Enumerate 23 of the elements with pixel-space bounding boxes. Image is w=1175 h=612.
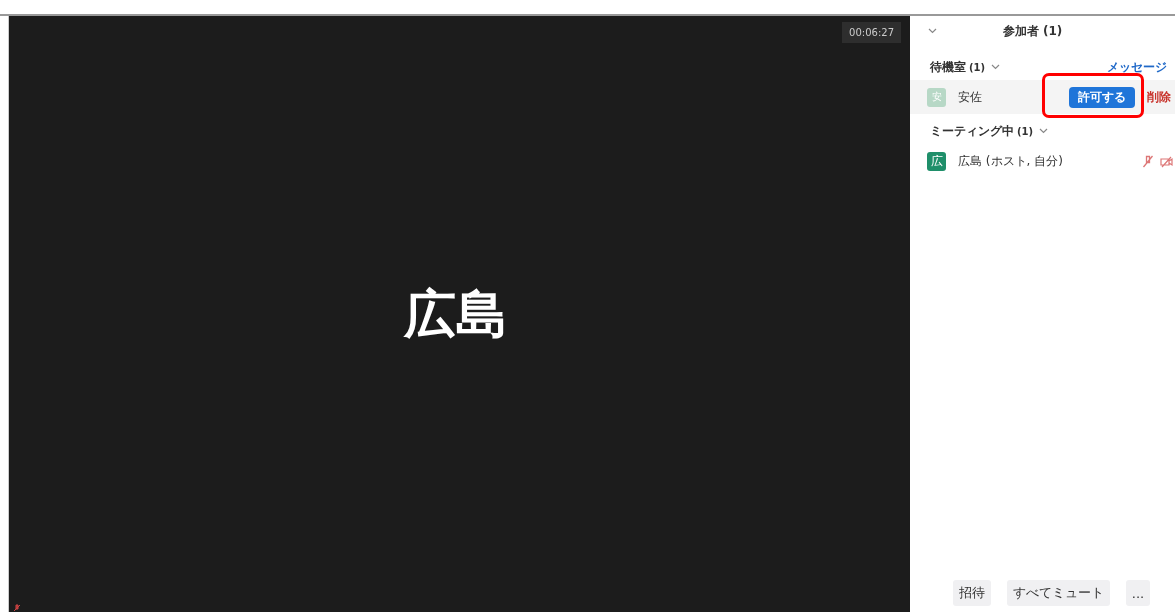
muted-mic-icon [13,604,21,612]
remove-button[interactable]: 削除 [1147,88,1175,106]
chevron-down-icon[interactable] [1039,128,1049,134]
footer-button[interactable]: すべてミュート [1006,580,1110,606]
chevron-down-icon[interactable] [991,64,1001,70]
participant-name: 安佐 [958,88,982,106]
video-off-icon[interactable] [1160,154,1173,168]
participant-name: 広島 (ホスト, 自分) [958,152,1063,170]
section-title: ミーティング中 [930,122,1014,140]
section-count: (1) [1017,125,1034,137]
avatar: 広 [927,151,946,171]
footer-button[interactable]: ... [1125,580,1151,606]
muted-mic-icon[interactable] [1142,154,1154,168]
avatar: 安 [927,87,946,107]
panel-title: 参加者 (1) [1001,22,1064,40]
chevron-down-icon[interactable] [928,28,937,34]
section-count: (1) [969,61,986,73]
message-link[interactable]: メッセージ [1107,58,1167,76]
section-title: 待機室 [930,58,966,76]
admit-button[interactable]: 許可する [1069,86,1135,108]
meeting-timer: 00:06:27 [842,22,901,43]
footer-button[interactable]: 招待 [952,580,991,606]
participant-name: 広島 [404,283,508,346]
